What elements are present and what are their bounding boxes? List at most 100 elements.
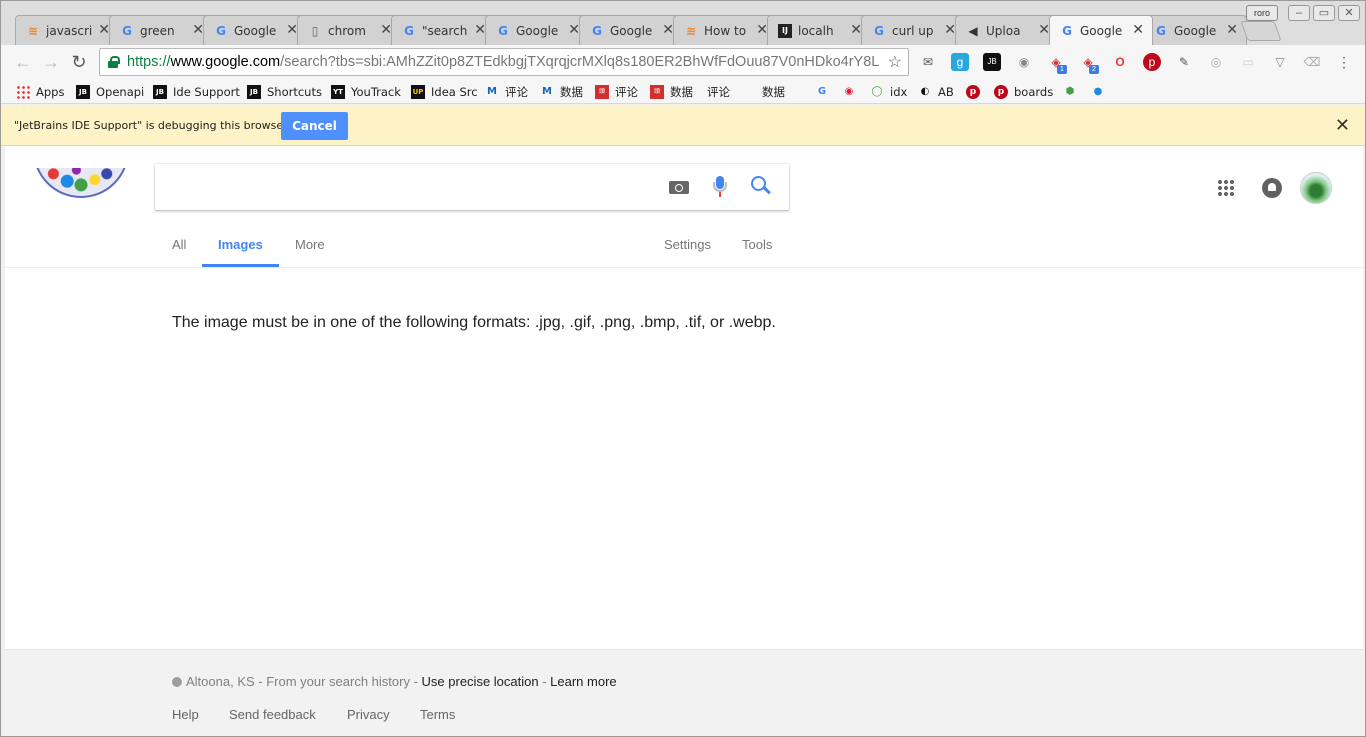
bookmark-item[interactable]: M 评论 [485,83,528,100]
bookmark-item[interactable]: G [815,83,835,100]
close-icon[interactable]: ✕ [1132,22,1144,38]
bookmark-label: Apps [36,84,65,99]
browser-tab-active[interactable]: G Google ✕ [1049,15,1153,45]
search-icon[interactable] [751,176,773,198]
extension-icon[interactable]: ◎ [1207,53,1225,71]
bookmark-item[interactable]: p boards [994,83,1053,100]
browser-tab[interactable]: ≋ javascri ✕ [15,15,119,45]
close-icon[interactable]: ✕ [1335,115,1350,136]
help-link[interactable]: Help [172,707,199,722]
location-name: Altoona, KS [186,674,255,689]
browser-tab[interactable]: G green ✕ [109,15,213,45]
url-path: /search?tbs=sbi:AMhZZit0p8ZTEdkbgjTXqrqj… [280,54,880,70]
bookmark-item[interactable]: p [966,83,986,100]
google-results-page: All Images More Settings Tools The image… [5,146,1363,736]
bookmark-item[interactable]: 頭评论 [595,83,638,100]
browser-tab[interactable]: IJ localh ✕ [767,15,871,45]
tab-strip: ≋ javascri ✕ G green ✕ G Google ✕ ▯ chro… [1,1,1365,45]
use-precise-location-link[interactable]: Use precise location [422,674,539,689]
bookmark-label: Idea Src [431,84,478,99]
youtrack-icon: YT [331,84,345,99]
browser-tab[interactable]: G Google ✕ [485,15,589,45]
bookmark-item[interactable]: ⬢ [1063,83,1083,100]
extension-icon[interactable]: g [951,53,969,71]
bookmark-item[interactable]: M 数据 [540,83,583,100]
browser-tab[interactable]: G Google ✕ [579,15,683,45]
pinterest-icon[interactable]: p [1143,53,1161,71]
extension-icon[interactable]: ⌫ [1303,53,1321,71]
evernote-icon[interactable]: ✎ [1175,53,1193,71]
minimize-icon[interactable]: – [1288,5,1310,21]
camera-icon[interactable] [669,178,689,194]
bookmark-item[interactable]: ◐ AB [918,83,954,100]
bookmark-item[interactable]: JB Shortcuts [247,83,322,100]
reload-icon[interactable]: ↻ [69,52,89,72]
mic-arc [713,182,727,192]
infobar-message: "JetBrains IDE Support" is debugging thi… [14,119,291,132]
microphone-icon[interactable] [711,176,729,198]
tab-all[interactable]: All [172,237,186,252]
bookmark-item[interactable]: UP Idea Src [411,83,478,100]
tab-tools[interactable]: Tools [742,237,772,252]
cancel-button[interactable]: Cancel [281,112,348,140]
extension-icon[interactable]: ▭ [1239,53,1257,71]
jetbrains-extension-icon[interactable]: JB [983,53,1001,71]
notifications-icon[interactable] [1262,178,1282,198]
bookmark-item[interactable]: 頭数据 [650,83,693,100]
search-box[interactable] [155,164,789,210]
google-icon: G [874,24,884,38]
bookmark-item[interactable]: JB Ide Support [153,83,240,100]
back-arrow-icon[interactable]: ← [13,52,33,72]
bookmark-item[interactable]: ● [1091,83,1111,100]
google-icon: G [592,24,602,38]
bookmark-apps[interactable]: Apps [16,83,64,100]
new-tab-button[interactable] [1240,21,1282,41]
google-doodle-logo[interactable] [33,168,129,198]
avatar[interactable] [1300,172,1332,204]
browser-tab[interactable]: ◀ Uploa ✕ [955,15,1059,45]
globe-icon[interactable]: ◉ [1015,53,1033,71]
tab-title: javascri [46,24,93,38]
ring-icon: ◯ [871,85,883,97]
close-icon[interactable]: ✕ [1226,22,1238,38]
stackoverflow-icon: ≋ [27,24,39,38]
browser-tab[interactable]: ≋ How to ✕ [673,15,777,45]
browser-tab[interactable]: G curl up ✕ [861,15,965,45]
hexagon-icon: ⬢ [1065,85,1075,97]
jetbrains-icon: IJ [778,24,792,38]
mic-stem [719,192,721,197]
browser-tab[interactable]: G "search ✕ [391,15,495,45]
maximize-icon[interactable]: ▭ [1313,5,1335,21]
browser-tab[interactable]: G Google ✕ [203,15,307,45]
jetbrains-icon: JB [153,84,167,99]
bookmark-item[interactable]: ◉ [842,83,862,100]
google-apps-icon[interactable] [1217,179,1235,197]
tab-title: Uploa [986,24,1021,38]
bookmark-label: Openapi [96,84,145,99]
privacy-link[interactable]: Privacy [347,707,390,722]
opera-icon[interactable]: O [1111,53,1129,71]
profile-badge[interactable]: roro [1246,5,1278,21]
url-text[interactable]: https://www.google.com/search?tbs=sbi:AM… [127,54,882,70]
tab-images[interactable]: Images [218,237,263,252]
bookmark-item[interactable]: ◯ idx [870,83,907,100]
browser-tab[interactable]: ▯ chrom ✕ [297,15,401,45]
close-window-icon[interactable]: ✕ [1338,5,1360,21]
vue-icon[interactable]: ▽ [1271,53,1289,71]
menu-kebab-icon[interactable]: ⋮ [1335,53,1353,71]
bookmark-item[interactable]: 评论 [707,83,730,241]
bookmark-item[interactable]: 数据 [762,83,785,241]
address-bar[interactable]: https://www.google.com/search?tbs=sbi:AM… [99,48,909,76]
tab-more[interactable]: More [295,237,325,252]
mail-icon[interactable]: ✉ [919,53,937,71]
forward-arrow-icon[interactable]: → [41,52,61,72]
megaphone-icon: ◀ [968,24,978,38]
browser-tab[interactable]: G Google ✕ [1143,15,1247,45]
terms-link[interactable]: Terms [420,707,455,722]
bookmark-star-icon[interactable]: ☆ [888,52,902,72]
learn-more-link[interactable]: Learn more [550,674,616,689]
bookmark-item[interactable]: JB Openapi [76,83,144,100]
send-feedback-link[interactable]: Send feedback [229,707,316,722]
bookmark-item[interactable]: YT YouTrack [331,83,401,100]
tab-settings[interactable]: Settings [664,237,711,252]
